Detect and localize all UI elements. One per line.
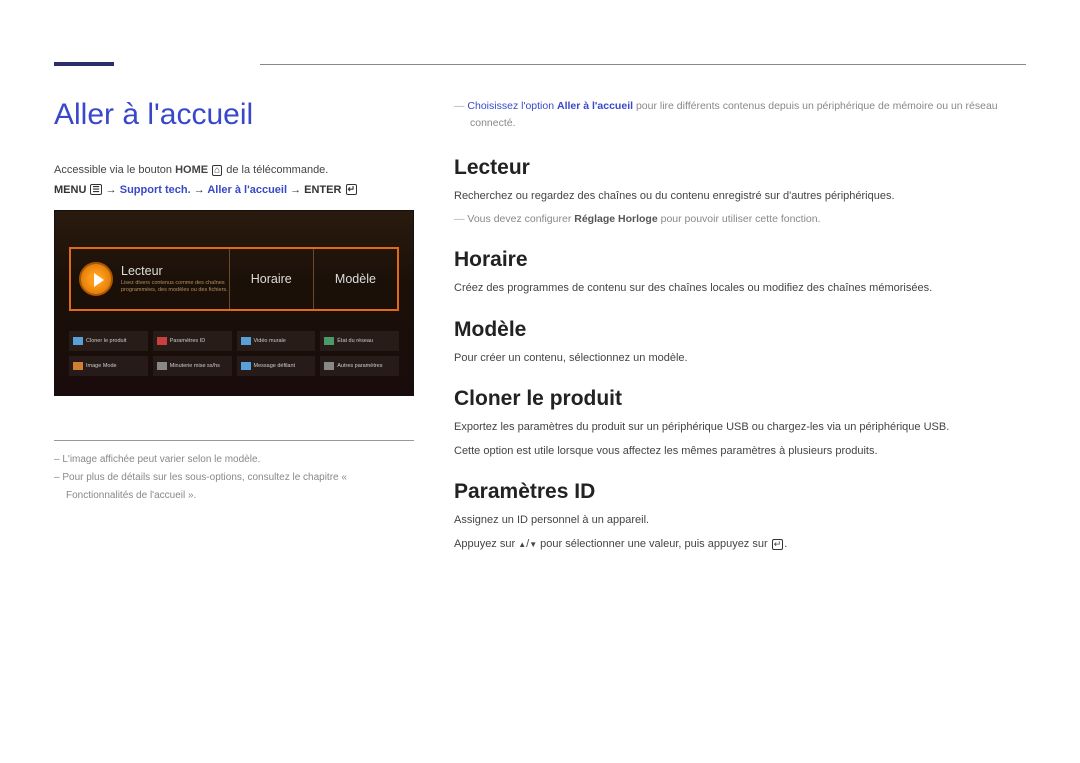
access-pre: Accessible via le bouton <box>54 164 175 176</box>
tv-tile-lecteur: Lecteur Lisez divers contenus comme des … <box>71 249 229 309</box>
enter-icon <box>772 539 784 550</box>
tv-small-timer: Minuterie mise ss/hs <box>153 356 232 376</box>
tile-icon <box>157 337 167 345</box>
section-paramid-p1: Assignez un ID personnel à un appareil. <box>454 512 1026 530</box>
menu-aller: Aller à l'accueil <box>207 184 287 196</box>
page-title: Aller à l'accueil <box>54 98 414 132</box>
tv-small-image: Image Mode <box>69 356 148 376</box>
enter-label: ENTER <box>304 184 341 196</box>
menu-support: Support tech. <box>120 184 191 196</box>
tv-small-cloner: Cloner le produit <box>69 331 148 351</box>
menu-icon <box>90 184 101 195</box>
menu-path: MENU → Support tech. → Aller à l'accueil… <box>54 184 414 196</box>
play-icon <box>79 262 113 296</box>
tv-tile-modele: Modèle <box>313 249 397 309</box>
paramid-p2-mid: pour sélectionner une valeur, puis appuy… <box>537 538 771 550</box>
section-cloner-p2: Cette option est utile lorsque vous affe… <box>454 443 1026 461</box>
tv-r3-0: Image Mode <box>86 363 117 369</box>
tv-r2-2: Vidéo murale <box>254 338 286 344</box>
footnote-1: L'image affichée peut varier selon le mo… <box>54 451 414 469</box>
menu-label: MENU <box>54 184 86 196</box>
access-post: de la télécommande. <box>223 164 328 176</box>
triangle-down-icon <box>529 538 537 550</box>
tv-r3-3: Autres paramètres <box>337 363 382 369</box>
footnotes: L'image affichée peut varier selon le mo… <box>54 440 414 505</box>
tile-icon <box>324 337 334 345</box>
tv-screenshot: Lecteur Lisez divers contenus comme des … <box>54 210 414 396</box>
tile-icon <box>73 362 83 370</box>
tv-modele-label: Modèle <box>335 272 376 286</box>
page-content: Aller à l'accueil Accessible via le bout… <box>54 98 1026 560</box>
section-paramid-h: Paramètres ID <box>454 480 1026 504</box>
left-column: Aller à l'accueil Accessible via le bout… <box>54 98 414 560</box>
section-modele-h: Modèle <box>454 318 1026 342</box>
home-label: HOME <box>175 164 208 176</box>
intro-note: Choisissez l'option Aller à l'accueil po… <box>454 98 1026 132</box>
tv-r3-2: Message défilant <box>254 363 296 369</box>
enter-icon <box>346 184 358 195</box>
tv-tile-horaire: Horaire <box>229 249 313 309</box>
lecteur-note-pre: Vous devez configurer <box>467 213 574 225</box>
tv-row-3: Image Mode Minuterie mise ss/hs Message … <box>69 356 399 376</box>
intro-pre: Choisissez l'option <box>467 100 557 112</box>
header-accent-bar <box>54 62 114 66</box>
right-column: Choisissez l'option Aller à l'accueil po… <box>454 98 1026 560</box>
lecteur-note-post: pour pouvoir utiliser cette fonction. <box>658 213 821 225</box>
tv-row-2: Cloner le produit Paramètres ID Vidéo mu… <box>69 331 399 351</box>
section-modele-p: Pour créer un contenu, sélectionnez un m… <box>454 350 1026 368</box>
tv-r2-3: État du réseau <box>337 338 373 344</box>
tv-lecteur-label: Lecteur <box>121 264 229 278</box>
header-divider <box>260 64 1026 65</box>
lecteur-note: Vous devez configurer Réglage Horloge po… <box>454 211 1026 228</box>
section-cloner-p1: Exportez les paramètres du produit sur u… <box>454 419 1026 437</box>
tile-icon <box>241 337 251 345</box>
triangle-up-icon <box>518 538 526 550</box>
home-icon <box>212 165 222 176</box>
section-horaire-h: Horaire <box>454 248 1026 272</box>
tv-r3-1: Minuterie mise ss/hs <box>170 363 220 369</box>
tv-small-etat: État du réseau <box>320 331 399 351</box>
tv-r2-0: Cloner le produit <box>86 338 126 344</box>
tv-small-paramid: Paramètres ID <box>153 331 232 351</box>
tv-lecteur-textblock: Lecteur Lisez divers contenus comme des … <box>121 264 229 293</box>
intro-bold: Aller à l'accueil <box>557 100 633 112</box>
footnote-2: Pour plus de détails sur les sous-option… <box>54 469 414 505</box>
section-paramid-p2: Appuyez sur / pour sélectionner une vale… <box>454 536 1026 554</box>
lecteur-note-bold: Réglage Horloge <box>574 213 657 225</box>
tv-small-autres: Autres paramètres <box>320 356 399 376</box>
tv-main-row: Lecteur Lisez divers contenus comme des … <box>69 247 399 311</box>
tv-small-message: Message défilant <box>237 356 316 376</box>
section-lecteur-h: Lecteur <box>454 156 1026 180</box>
tv-small-video: Vidéo murale <box>237 331 316 351</box>
tile-icon <box>73 337 83 345</box>
accessible-via-text: Accessible via le bouton HOME de la télé… <box>54 162 414 180</box>
paramid-p2-pre: Appuyez sur <box>454 538 518 550</box>
tv-lecteur-sub: Lisez divers contenus comme des chaînes … <box>121 280 229 293</box>
tile-icon <box>241 362 251 370</box>
section-cloner-h: Cloner le produit <box>454 387 1026 411</box>
tv-horaire-label: Horaire <box>251 272 292 286</box>
tv-r2-1: Paramètres ID <box>170 338 205 344</box>
tile-icon <box>324 362 334 370</box>
section-horaire-p: Créez des programmes de contenu sur des … <box>454 280 1026 298</box>
section-lecteur-p: Recherchez ou regardez des chaînes ou du… <box>454 188 1026 206</box>
tile-icon <box>157 362 167 370</box>
